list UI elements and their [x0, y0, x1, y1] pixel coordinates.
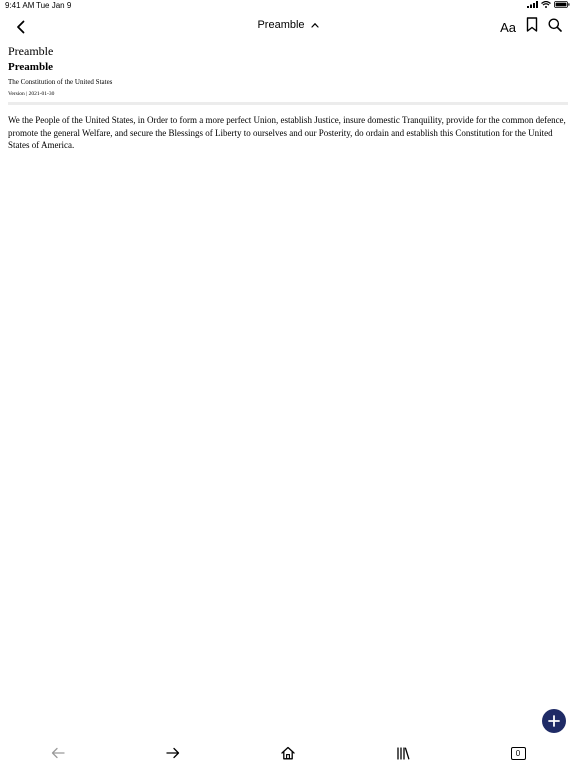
arrow-left-icon: [51, 747, 65, 759]
search-button[interactable]: [548, 18, 562, 37]
arrow-right-icon: [166, 747, 180, 759]
app-screen: 9:41 AM Tue Jan 9 Preamble Aa Preamble P…: [0, 0, 576, 768]
history-back-button[interactable]: [49, 744, 67, 762]
cellular-signal-icon: [527, 1, 538, 8]
font-size-button[interactable]: Aa: [500, 20, 516, 35]
bottom-toolbar: 0: [0, 742, 576, 764]
title-dropdown-button[interactable]: Preamble: [257, 19, 319, 31]
tabs-button[interactable]: 0: [509, 744, 527, 762]
chevron-left-icon: [17, 20, 25, 34]
section-title: Preamble: [8, 61, 54, 73]
bookmark-icon: [526, 17, 538, 32]
library-button[interactable]: [394, 744, 412, 762]
plus-icon: [548, 715, 560, 727]
nav-bar: Preamble Aa: [0, 12, 576, 40]
section-label: Preamble: [8, 44, 54, 58]
chevron-up-icon: [310, 22, 319, 28]
home-button[interactable]: [279, 744, 297, 762]
status-icons: [527, 1, 570, 8]
tabs-count: 0: [510, 746, 526, 760]
home-icon: [281, 746, 295, 760]
document-header: Preamble Preamble The Constitution of th…: [8, 44, 568, 105]
document-version: Version | 2021-01-30: [8, 91, 55, 97]
document-body: We the People of the United States, in O…: [8, 115, 566, 150]
wifi-icon: [541, 1, 551, 8]
status-bar: 9:41 AM Tue Jan 9: [0, 0, 576, 12]
status-time: 9:41 AM: [5, 1, 35, 10]
status-date: Tue Jan 9: [36, 1, 72, 10]
library-icon: [397, 746, 410, 760]
bookmark-button[interactable]: [526, 17, 538, 37]
add-note-fab[interactable]: [542, 709, 566, 733]
battery-icon: [554, 1, 570, 8]
nav-actions: Aa: [500, 17, 562, 37]
back-button[interactable]: [12, 18, 30, 36]
document-name: The Constitution of the United States: [8, 78, 113, 86]
nav-title-container: Preamble: [0, 19, 576, 31]
search-icon: [548, 18, 562, 32]
header-divider: [8, 102, 568, 105]
nav-title: Preamble: [257, 19, 305, 31]
history-forward-button[interactable]: [164, 744, 182, 762]
